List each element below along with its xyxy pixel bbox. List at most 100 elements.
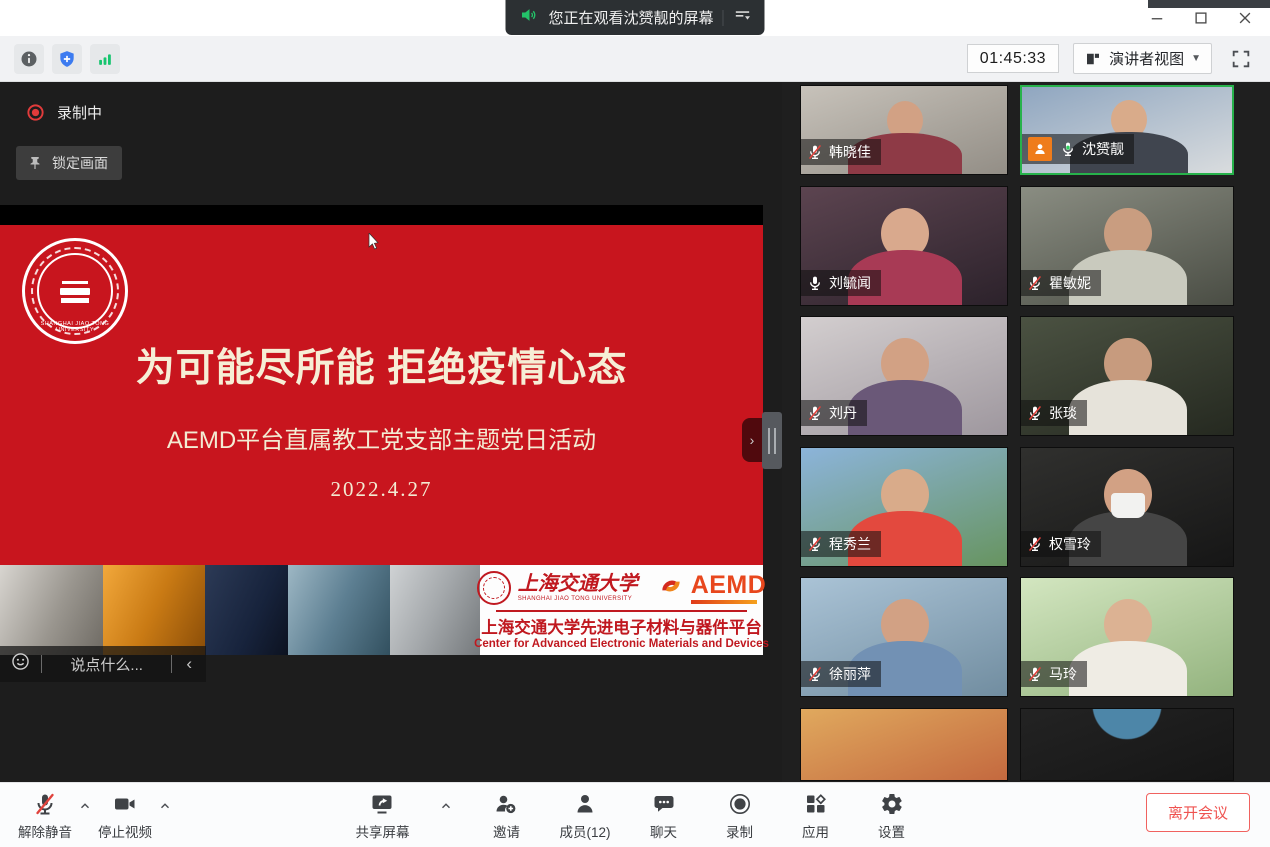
participant-tile[interactable]: 徐丽萍: [800, 577, 1008, 697]
participant-name-chip: 马玲: [1021, 661, 1087, 687]
sjtu-name-cn: 上海交通大学: [518, 574, 638, 594]
participant-tile[interactable]: 程秀兰: [800, 447, 1008, 567]
sjtu-name-en: SHANGHAI JIAO TONG UNIVERSITY: [518, 596, 638, 602]
maximize-button[interactable]: [1186, 5, 1216, 31]
mic-muted-icon: [807, 144, 823, 160]
recording-indicator: 录制中: [26, 102, 102, 123]
settings-icon: [880, 790, 904, 817]
divider: [723, 10, 724, 26]
emblem-caption: SHANGHAI JIAO TONG UNIVERSITY: [25, 321, 125, 333]
lock-view-button[interactable]: 锁定画面: [16, 146, 122, 180]
participant-name: 韩晓佳: [829, 142, 871, 162]
sjtu-mini-emblem-icon: [477, 571, 511, 605]
aemd-swoosh-icon: [658, 573, 684, 604]
participant-tile[interactable]: [1020, 708, 1234, 781]
mic-muted-icon: [807, 536, 823, 552]
security-shield-icon[interactable]: [52, 44, 82, 74]
toolbar-item-label: 应用: [802, 821, 829, 841]
slide-canvas: SHANGHAI JIAO TONG UNIVERSITY 为可能尽所能 拒绝疫…: [0, 225, 763, 565]
members-icon: [573, 790, 597, 817]
lab-photo: [390, 565, 480, 655]
minimize-button[interactable]: [1142, 5, 1172, 31]
slide-title: 为可能尽所能 拒绝疫情心态: [0, 337, 763, 393]
participant-name: 徐丽萍: [829, 664, 871, 684]
window-controls: [1142, 0, 1260, 36]
participant-name-chip: 韩晓佳: [801, 139, 881, 165]
participant-tile[interactable]: 马玲: [1020, 577, 1234, 697]
participant-tile[interactable]: 刘毓闻: [800, 186, 1008, 306]
participant-name-chip: 张琰: [1021, 400, 1087, 426]
lab-photo: [0, 565, 103, 655]
participants-sidebar: 韩晓佳 沈赟靓刘毓闻 瞿敏妮刘丹 张琰程秀兰 权雪玲徐丽萍 马玲: [782, 82, 1270, 782]
participant-name: 张琰: [1049, 403, 1077, 423]
participant-name: 刘丹: [829, 403, 857, 423]
mic-muted-icon: [1027, 405, 1043, 421]
lab-photo: [288, 565, 390, 655]
participant-name: 刘毓闻: [829, 273, 871, 293]
meeting-toolbar-bottom: 解除静音停止视频 共享屏幕邀请成员(12)聊天录制应用设置 离开会议: [0, 782, 1270, 847]
participant-tile[interactable]: 瞿敏妮: [1020, 186, 1234, 306]
chat-collapse-icon[interactable]: ‹: [182, 654, 196, 674]
participant-tile[interactable]: 权雪玲: [1020, 447, 1234, 567]
participant-name: 权雪玲: [1049, 534, 1091, 554]
speaker-icon: [519, 5, 539, 30]
participant-tile[interactable]: [800, 708, 1008, 781]
participant-tile[interactable]: 韩晓佳: [800, 85, 1008, 175]
participant-name: 沈赟靓: [1082, 139, 1124, 159]
participant-name-chip: 程秀兰: [801, 531, 881, 557]
share-screen-button[interactable]: 共享屏幕: [355, 790, 409, 841]
network-signal-icon[interactable]: [90, 44, 120, 74]
slide-date: 2022.4.27: [0, 477, 763, 502]
quick-chat-bar: 说点什么... ‹: [0, 646, 206, 682]
participant-tile[interactable]: 张琰: [1020, 316, 1234, 436]
chevron-down-icon: ▼: [1191, 53, 1201, 64]
chat-button[interactable]: 聊天: [641, 790, 687, 841]
participant-name: 瞿敏妮: [1049, 273, 1091, 293]
mic-muted-icon: [1027, 536, 1043, 552]
close-button[interactable]: [1230, 5, 1260, 31]
resize-grip[interactable]: [762, 412, 782, 469]
apps-icon: [804, 790, 828, 817]
invite-button[interactable]: 邀请: [483, 790, 529, 841]
window-titlebar: 您正在观看沈赟靓的屏幕: [0, 0, 1270, 36]
mic-on-icon: [807, 275, 823, 291]
mic-muted-icon: [1027, 275, 1043, 291]
platform-name-en: Center for Advanced Electronic Materials…: [474, 638, 769, 650]
participant-tile[interactable]: 沈赟靓: [1020, 85, 1234, 175]
participant-name: 程秀兰: [829, 534, 871, 554]
sidebar-collapse-handle[interactable]: ›: [742, 418, 762, 462]
record-icon: [728, 790, 752, 817]
toolbar-item-label: 聊天: [650, 821, 677, 841]
chat-icon: [652, 790, 676, 817]
pin-icon: [26, 154, 44, 172]
chat-input[interactable]: 说点什么...: [52, 654, 161, 675]
mic-muted-icon: [1027, 666, 1043, 682]
chevron-up-icon[interactable]: [439, 799, 453, 818]
participant-name-chip: 徐丽萍: [801, 661, 881, 687]
sjtu-emblem-icon: SHANGHAI JIAO TONG UNIVERSITY: [22, 238, 128, 344]
record-button[interactable]: 录制: [717, 790, 763, 841]
share-screen-icon: [370, 790, 394, 817]
aemd-logo-panel: 上海交通大学 SHANGHAI JIAO TONG UNIVERSITY AEM…: [480, 565, 763, 655]
meeting-info-button[interactable]: [14, 44, 44, 74]
view-mode-selector[interactable]: 演讲者视图 ▼: [1073, 43, 1212, 74]
mic-active-icon: [1060, 141, 1076, 157]
host-badge-icon: [1028, 137, 1052, 161]
members-button[interactable]: 成员(12): [559, 790, 610, 841]
participant-tile[interactable]: 刘丹: [800, 316, 1008, 436]
recording-label: 录制中: [57, 102, 102, 123]
participant-name-chip: 沈赟靓: [1022, 134, 1134, 164]
screen-watching-banner: 您正在观看沈赟靓的屏幕: [505, 0, 764, 35]
mic-muted-icon: [807, 666, 823, 682]
layout-menu-icon[interactable]: [733, 5, 753, 30]
settings-button[interactable]: 设置: [869, 790, 915, 841]
toolbar-item-label: 邀请: [493, 821, 520, 841]
emoji-icon[interactable]: [10, 651, 31, 677]
watching-label: 您正在观看沈赟靓的屏幕: [548, 7, 713, 28]
fullscreen-button[interactable]: [1226, 44, 1256, 74]
record-dot-icon: [26, 103, 45, 122]
apps-button[interactable]: 应用: [793, 790, 839, 841]
slide-photo-strip: 上海交通大学 SHANGHAI JIAO TONG UNIVERSITY AEM…: [0, 565, 763, 655]
lock-view-label: 锁定画面: [52, 153, 108, 173]
leave-meeting-button[interactable]: 离开会议: [1146, 793, 1250, 832]
